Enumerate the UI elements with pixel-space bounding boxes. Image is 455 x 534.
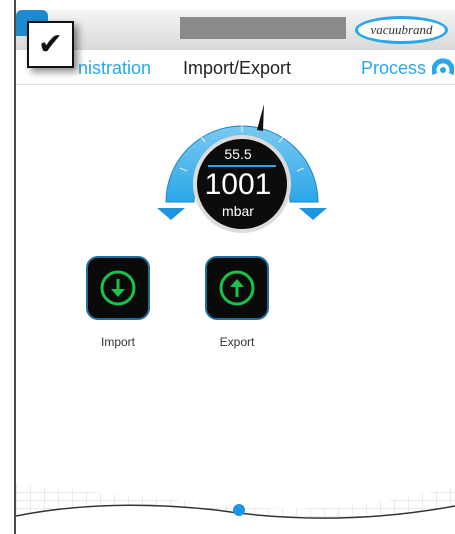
- import-label: Import: [100, 335, 135, 349]
- pressure-unit: mbar: [222, 203, 254, 219]
- brand-logo-text: vacuubrand: [370, 22, 433, 37]
- page-title: Import/Export: [183, 58, 292, 78]
- download-arrow-icon: [100, 270, 136, 306]
- nav-back-administration[interactable]: nistration: [78, 58, 151, 79]
- export-button[interactable]: [205, 256, 269, 320]
- export-label: Export: [219, 335, 255, 349]
- checkmark-icon: ✔: [37, 27, 64, 62]
- brand-logo: vacuubrand: [355, 16, 448, 44]
- import-button[interactable]: [86, 256, 150, 320]
- pressure-value: 1001: [204, 168, 272, 201]
- page-indicator-dot[interactable]: [233, 504, 245, 516]
- process-gauge-icon[interactable]: [432, 57, 454, 79]
- nav-process-link[interactable]: Process: [361, 58, 426, 79]
- upload-arrow-icon: [219, 270, 255, 306]
- setpoint-value: 55.5: [224, 146, 252, 162]
- device-name-field: [180, 17, 346, 39]
- checkbox[interactable]: ✔: [27, 21, 74, 68]
